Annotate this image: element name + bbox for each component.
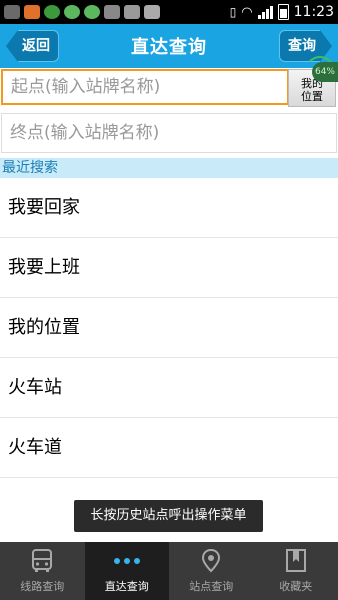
page-title: 直达查询 [131,37,207,58]
tab-label: 站点查询 [189,580,234,593]
end-input[interactable]: 终点(输入站牌名称) [1,113,337,153]
image-icon [124,5,140,19]
wifi-icon: ◠ [241,4,253,20]
recent-search-list: 我要回家 我要上班 我的位置 火车站 火车道 [0,178,338,478]
wechat-icon [64,5,80,19]
location-pin-icon [200,548,222,574]
tab-label: 收藏夹 [279,580,313,593]
vibrate-icon: ▯ [229,5,237,19]
tab-line-query[interactable]: 线路查询 [0,542,85,600]
list-item[interactable]: 我要上班 [0,238,338,298]
usb-icon [104,5,120,19]
back-arrow-icon [6,30,18,62]
tab-direct-query[interactable]: 直达查询 [84,542,169,600]
calendar-icon [144,5,160,19]
start-input[interactable]: 起点(输入站牌名称) [1,69,289,105]
bookmark-icon [285,548,307,574]
back-button[interactable]: 返回 [6,30,59,62]
list-item[interactable]: 我要回家 [0,178,338,238]
notification-icons [0,5,160,19]
list-item[interactable]: 火车道 [0,418,338,478]
chrome-icon [44,5,60,19]
floating-memory-badge[interactable]: 64% [312,62,338,82]
status-time: 11:23 [293,4,334,20]
app-icon [24,5,40,19]
tab-label: 线路查询 [20,580,65,593]
signal-icon [257,5,273,19]
list-item[interactable]: 我的位置 [0,298,338,358]
tab-label: 直达查询 [104,580,149,593]
my-location-label-2: 位置 [301,90,323,103]
recent-search-header: 最近搜索 [0,158,338,178]
tab-favorites[interactable]: 收藏夹 [254,542,338,600]
add-icon [4,5,20,19]
bottom-nav: 线路查询 直达查询 站点查询 收藏夹 [0,542,338,600]
battery-icon [277,4,289,20]
back-button-label: 返回 [18,30,59,62]
toast-message: 长按历史站点呼出操作菜单 [74,500,263,532]
start-row: 起点(输入站牌名称) 我的 位置 [0,68,338,108]
tab-station-query[interactable]: 站点查询 [169,542,254,600]
bus-icon [29,548,55,574]
dots-icon [113,548,141,574]
status-bar: ▯ ◠ 11:23 [0,0,338,24]
list-item[interactable]: 火车站 [0,358,338,418]
title-bar: 返回 直达查询 查询 [0,24,338,68]
wechat-icon [84,5,100,19]
